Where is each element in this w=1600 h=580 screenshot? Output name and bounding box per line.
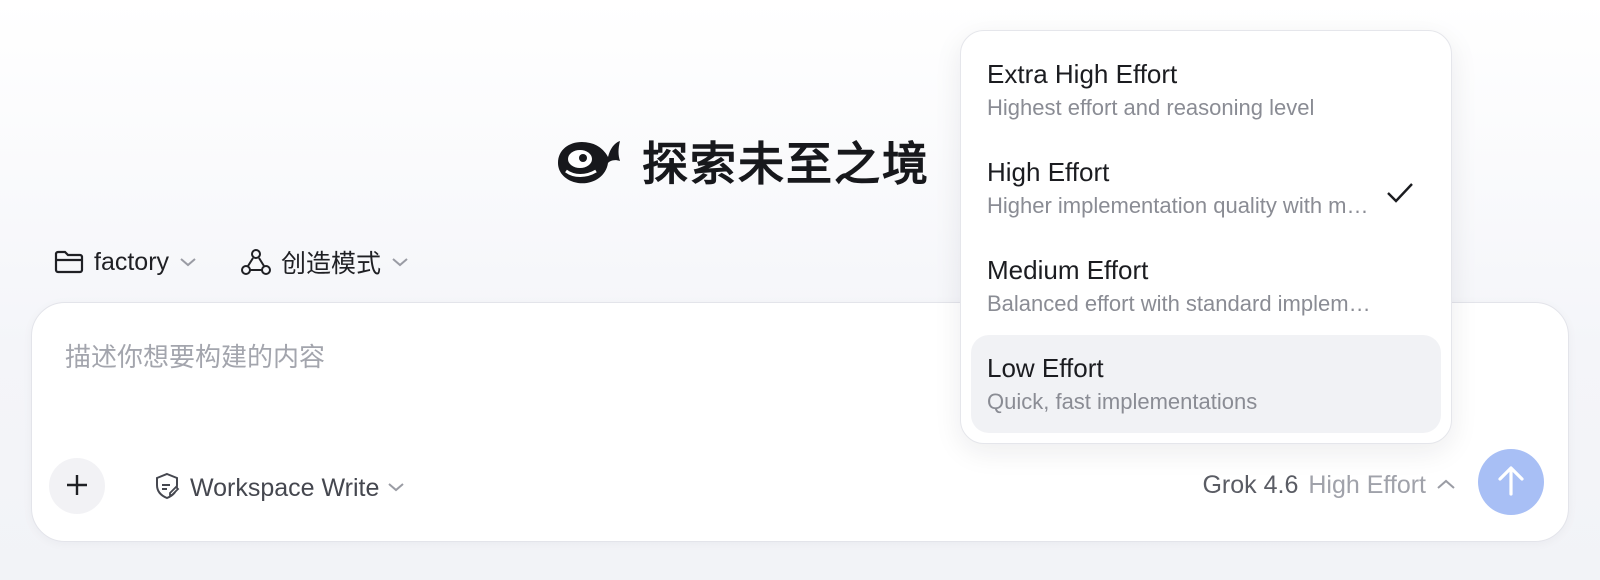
permission-label: Workspace Write xyxy=(190,474,380,502)
send-button[interactable] xyxy=(1478,449,1544,515)
model-selector[interactable]: Grok 4.6 High Effort xyxy=(1202,471,1456,500)
menu-item-title: Low Effort xyxy=(987,353,1104,383)
folder-selector[interactable]: factory xyxy=(54,248,197,277)
menu-item-description: Higher implementation quality with more … xyxy=(987,193,1379,218)
context-selectors: factory 创造模式 xyxy=(54,244,409,280)
permission-selector[interactable]: Workspace Write xyxy=(152,471,405,506)
plus-icon xyxy=(64,472,90,501)
menu-item-extra-high-effort[interactable]: Extra High Effort Highest effort and rea… xyxy=(971,41,1441,139)
chevron-up-icon xyxy=(1436,477,1456,495)
menu-item-description: Quick, fast implementations xyxy=(987,389,1258,414)
menu-item-title: High Effort xyxy=(987,157,1110,187)
menu-item-medium-effort[interactable]: Medium Effort Balanced effort with stand… xyxy=(971,237,1441,335)
effort-menu: Extra High Effort Highest effort and rea… xyxy=(960,30,1452,444)
chevron-down-icon xyxy=(179,256,197,268)
page: 探索未至之境 factory 创造模式 描述你想要构建的内容 Workspace… xyxy=(0,0,1600,580)
hero-title: 探索未至之境 xyxy=(642,137,930,191)
chevron-down-icon xyxy=(387,480,405,498)
mode-selector[interactable]: 创造模式 xyxy=(241,244,409,280)
chevron-down-icon xyxy=(391,256,409,268)
model-effort: High Effort xyxy=(1308,471,1426,499)
menu-item-high-effort[interactable]: High Effort Higher implementation qualit… xyxy=(971,139,1441,237)
add-attachment-button[interactable] xyxy=(49,458,105,514)
menu-item-low-effort[interactable]: Low Effort Quick, fast implementations xyxy=(971,335,1441,433)
mode-selector-label: 创造模式 xyxy=(281,250,382,278)
menu-item-description: Balanced effort with standard implementa… xyxy=(987,291,1379,316)
whale-logo-icon xyxy=(552,133,622,189)
hero: 探索未至之境 xyxy=(552,128,930,194)
model-name: Grok 4.6 xyxy=(1202,471,1299,499)
prompt-input[interactable] xyxy=(65,337,945,407)
folder-icon xyxy=(54,249,84,275)
menu-item-title: Extra High Effort xyxy=(987,59,1178,89)
checkmark-icon xyxy=(1385,181,1415,210)
folder-selector-label: factory xyxy=(94,247,170,276)
shield-edit-icon xyxy=(152,471,182,506)
arrow-up-icon xyxy=(1495,464,1527,501)
menu-item-description: Highest effort and reasoning level xyxy=(987,95,1315,120)
menu-item-title: Medium Effort xyxy=(987,255,1149,285)
nodes-icon xyxy=(241,248,272,276)
